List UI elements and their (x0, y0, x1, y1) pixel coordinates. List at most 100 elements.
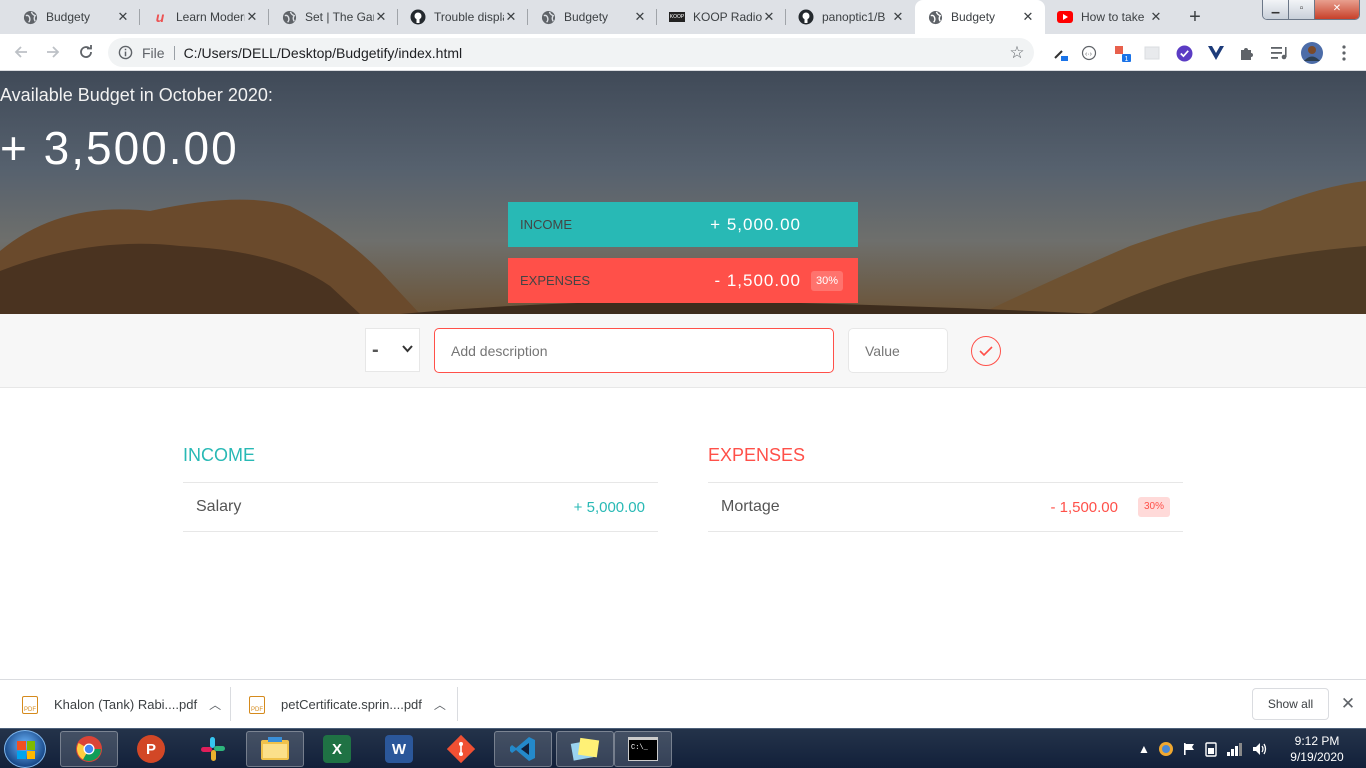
download-filename: petCertificate.sprin....pdf (281, 697, 422, 712)
list-item[interactable]: Mortage - 1,500.00 30% (708, 482, 1183, 532)
reload-button[interactable] (74, 40, 98, 64)
download-bar: PDF Khalon (Tank) Rabi....pdf ︿ PDF petC… (0, 679, 1366, 728)
maximize-button[interactable]: ▫ (1289, 0, 1315, 19)
volume-icon[interactable] (1252, 742, 1268, 756)
system-clock[interactable]: 9:12 PM 9/19/2020 (1282, 733, 1352, 765)
taskbar-vscode[interactable] (494, 731, 552, 767)
taskbar-excel[interactable]: X (308, 731, 366, 767)
checkmark-icon (979, 346, 993, 357)
tray-expand-icon[interactable]: ▲ (1138, 742, 1150, 756)
back-button[interactable] (9, 40, 33, 64)
add-item-form: - (0, 314, 1366, 388)
tab-set-game[interactable]: Set | The Game ✕ (269, 2, 398, 32)
budget-expenses-value: - 1,500.00 (714, 270, 801, 290)
close-icon[interactable]: ✕ (504, 9, 518, 25)
tab-learn-modern[interactable]: u Learn Modern ✕ (140, 2, 269, 32)
value-input[interactable] (848, 328, 948, 373)
download-item[interactable]: PDF petCertificate.sprin....pdf ︿ (249, 680, 446, 729)
chevron-up-icon[interactable]: ︿ (434, 696, 446, 713)
income-list: Income Salary + 5,000.00 (183, 445, 658, 532)
windows-taskbar: P X W C:\_ ▲ 9:12 PM 9/19/2020 (0, 728, 1366, 768)
budget-expenses-percentage: 30% (811, 270, 843, 291)
tab-how-to-take[interactable]: How to take ✕ (1045, 2, 1173, 32)
taskbar-word[interactable]: W (370, 731, 428, 767)
blank-extension-icon[interactable] (1141, 42, 1163, 64)
clock-date: 9/19/2020 (1290, 750, 1344, 764)
tab-trouble-display[interactable]: Trouble display ✕ (398, 2, 528, 32)
github-icon (798, 9, 814, 25)
taskbar-sticky-notes[interactable] (556, 731, 614, 767)
taskbar-slack[interactable] (184, 731, 242, 767)
menu-kebab-icon[interactable] (1333, 42, 1355, 64)
add-button[interactable] (971, 336, 1001, 366)
window-controls: ▁ ▫ ✕ (1262, 0, 1360, 20)
action-center-flag-icon[interactable] (1182, 742, 1196, 756)
signal-bars-icon[interactable] (1226, 742, 1244, 756)
svg-text:‹·›: ‹·› (1085, 51, 1093, 58)
close-icon[interactable]: ✕ (245, 9, 259, 25)
tab-koop-radio[interactable]: KOOP KOOP Radio ✕ (657, 2, 786, 32)
close-icon[interactable]: ✕ (116, 9, 130, 25)
puzzle-extensions-icon[interactable] (1236, 42, 1258, 64)
check-extension-icon[interactable] (1173, 42, 1195, 64)
globe-icon (540, 9, 556, 25)
tab-title: Budgety (951, 10, 996, 24)
vue-extension-icon[interactable] (1205, 42, 1227, 64)
browser-tab-strip: Budgety ✕ u Learn Modern ✕ Set | The Gam… (0, 0, 1366, 34)
file-explorer-icon (261, 737, 289, 760)
close-icon[interactable]: ✕ (762, 9, 776, 25)
window-close-button[interactable]: ✕ (1315, 0, 1359, 19)
word-icon: W (385, 735, 413, 763)
svg-text:C:\_: C:\_ (631, 744, 649, 752)
youtube-icon (1057, 9, 1073, 25)
close-icon[interactable]: ✕ (891, 9, 905, 25)
forward-button[interactable] (41, 40, 65, 64)
udemy-icon: u (155, 9, 165, 25)
download-divider (457, 687, 458, 721)
cmd-icon: C:\_ (628, 737, 658, 761)
tab-title: panoptic1/B (822, 10, 886, 24)
taskbar-file-explorer[interactable] (246, 731, 304, 767)
taskbar-cmd[interactable]: C:\_ (614, 731, 672, 767)
battery-icon[interactable] (1204, 741, 1218, 757)
taskbar-chrome[interactable] (60, 731, 118, 767)
address-bar[interactable]: File C:/Users/DELL/Desktop/Budgetify/ind… (108, 38, 1034, 67)
download-item[interactable]: PDF Khalon (Tank) Rabi....pdf ︿ (22, 680, 221, 729)
close-icon[interactable]: ✕ (1021, 9, 1035, 25)
chevron-up-icon[interactable]: ︿ (209, 696, 221, 713)
code-extension-icon[interactable]: ‹·› (1078, 42, 1100, 64)
slack-icon (201, 737, 225, 761)
taskbar-powerpoint[interactable]: P (122, 731, 180, 767)
type-select[interactable]: - (365, 328, 420, 372)
tab-title: Budgety (564, 10, 609, 24)
start-button[interactable] (4, 730, 46, 768)
globe-icon (927, 9, 943, 25)
tab-panoptic[interactable]: panoptic1/B ✕ (786, 2, 915, 32)
close-icon[interactable]: ✕ (1149, 9, 1163, 25)
tab-budgety-active[interactable]: Budgety ✕ (915, 0, 1045, 34)
url-text[interactable]: C:/Users/DELL/Desktop/Budgetify/index.ht… (184, 45, 1000, 61)
network-globe-icon[interactable] (1158, 741, 1174, 757)
eyedropper-extension-icon[interactable] (1049, 42, 1071, 64)
notification-extension-icon[interactable]: 1 (1112, 42, 1134, 64)
new-tab-button[interactable]: + (1181, 4, 1209, 30)
git-icon (447, 735, 475, 763)
list-item[interactable]: Salary + 5,000.00 (183, 482, 658, 532)
info-icon[interactable] (108, 45, 142, 60)
budget-income-summary: Income + 5,000.00 (508, 202, 858, 247)
taskbar-git[interactable] (432, 731, 490, 767)
tab-budgety-2[interactable]: Budgety ✕ (528, 2, 657, 32)
minimize-button[interactable]: ▁ (1263, 0, 1289, 19)
media-control-icon[interactable] (1268, 42, 1290, 64)
show-all-button[interactable]: Show all (1252, 688, 1329, 720)
tab-budgety-1[interactable]: Budgety ✕ (10, 2, 140, 32)
close-icon[interactable]: ✕ (374, 9, 388, 25)
powerpoint-icon: P (137, 735, 165, 763)
avatar[interactable] (1301, 42, 1323, 64)
close-icon[interactable]: ✕ (1338, 694, 1358, 714)
sticky-notes-icon (570, 737, 600, 761)
bookmark-star-icon[interactable]: ☆ (1000, 43, 1034, 63)
close-icon[interactable]: ✕ (633, 9, 647, 25)
excel-icon: X (323, 735, 351, 763)
description-input[interactable] (434, 328, 834, 373)
